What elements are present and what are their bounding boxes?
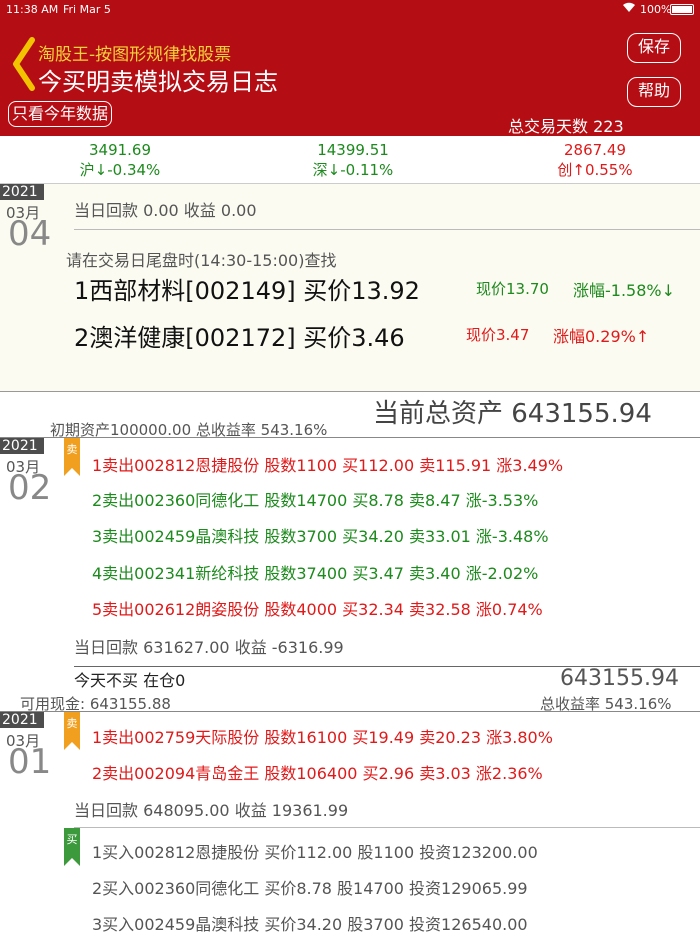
save-button[interactable]: 保存 [627, 33, 681, 63]
total-assets: 当前总资产 643155.94 [373, 399, 652, 429]
search-hint: 请在交易日尾盘时(14:30-15:00)查找 [66, 251, 337, 270]
trade-row[interactable]: 1卖出002759天际股份 股数16100 买19.49 卖20.23 涨3.8… [92, 724, 553, 748]
date-year: 2021 [0, 438, 44, 454]
sell-ribbon-icon: 卖 [64, 438, 80, 476]
daily-summary: 当日回款 631627.00 收益 -6316.99 [74, 638, 344, 657]
page-title: 今买明卖模拟交易日志 [38, 68, 278, 96]
buy-ribbon-icon: 买 [64, 828, 80, 866]
shanghai-index: 3491.69 沪↓-0.34% [50, 140, 190, 180]
shanghai-index-change: 沪↓-0.34% [79, 161, 161, 179]
daily-summary: 当日回款 648095.00 收益 19361.99 [74, 801, 349, 820]
divider [74, 827, 700, 828]
back-chevron-icon[interactable] [8, 36, 38, 92]
buy-row[interactable]: 3买入002459晶澳科技 买价34.20 股3700 投资126540.00 [92, 911, 528, 935]
status-time: 11:38 AM [6, 3, 59, 16]
shenzhen-index-value: 14399.51 [317, 141, 389, 159]
sell-badge-label: 卖 [67, 443, 78, 456]
daily-summary: 当日回款 0.00 收益 0.00 [74, 201, 257, 220]
shanghai-index-value: 3491.69 [88, 141, 152, 159]
chinext-index-change: 创↑0.55% [557, 161, 633, 179]
chinext-index-value: 2867.49 [563, 141, 627, 159]
pick-change: 涨幅0.29%↑ [553, 327, 650, 346]
date-day: 04 [8, 214, 52, 254]
shenzhen-index-change: 深↓-0.11% [312, 161, 394, 179]
buy-badge-label: 买 [67, 833, 78, 846]
pick-current-price: 现价13.70 [476, 280, 549, 298]
battery-percent: 100% [640, 3, 672, 16]
pick-item[interactable]: 2澳洋健康[002172] 买价3.46 [74, 318, 405, 353]
buy-row[interactable]: 2买入002360同德化工 买价8.78 股14700 投资129065.99 [92, 875, 528, 899]
today-section: 2021 03月 04 当日回款 0.00 收益 0.00 请在交易日尾盘时(1… [0, 184, 700, 392]
trade-row[interactable]: 2卖出002094青岛金王 股数106400 买2.96 卖3.03 涨2.36… [92, 760, 543, 784]
day-section-0302: 2021 03月 02 卖 1卖出002812恩捷股份 股数1100 买112.… [0, 438, 700, 666]
date-day: 02 [8, 468, 52, 508]
day-section-0301: 2021 03月 01 卖 1卖出002759天际股份 股数16100 买19.… [0, 712, 700, 934]
header-bar: 11:38 AM Fri Mar 5 100% 淘股王-按图形规律找股票 今买明… [0, 0, 700, 136]
battery-icon [670, 4, 694, 15]
date-year: 2021 [0, 184, 44, 200]
wifi-icon [622, 2, 636, 16]
no-buy-note: 今天不买 在仓0 [74, 671, 186, 690]
trade-row[interactable]: 4卖出002341新纶科技 股数37400 买3.47 卖3.40 涨-2.02… [92, 560, 538, 584]
status-date: Fri Mar 5 [63, 3, 111, 16]
pick-item[interactable]: 1西部材料[002149] 买价13.92 [74, 271, 420, 306]
date-year: 2021 [0, 712, 44, 728]
pick-current-price: 现价3.47 [466, 326, 530, 344]
this-year-filter-button[interactable]: 只看今年数据 [8, 101, 113, 127]
market-index-row: 3491.69 沪↓-0.34% 14399.51 深↓-0.11% 2867.… [0, 136, 700, 184]
day-total-assets: 643155.94 [560, 666, 679, 691]
trade-row[interactable]: 3卖出002459晶澳科技 股数3700 买34.20 卖33.01 涨-3.4… [92, 523, 549, 547]
date-day: 01 [8, 742, 52, 782]
shenzhen-index: 14399.51 深↓-0.11% [283, 140, 423, 180]
help-button[interactable]: 帮助 [627, 77, 681, 107]
pick-change: 涨幅-1.58%↓ [573, 281, 676, 300]
divider [74, 229, 700, 230]
status-bar: 11:38 AM Fri Mar 5 100% [0, 0, 700, 18]
sell-badge-label: 卖 [67, 717, 78, 730]
chinext-index: 2867.49 创↑0.55% [525, 140, 665, 180]
trade-row[interactable]: 1卖出002812恩捷股份 股数1100 买112.00 卖115.91 涨3.… [92, 452, 563, 476]
total-trade-days: 总交易天数 223 [508, 117, 624, 136]
trade-row[interactable]: 2卖出002360同德化工 股数14700 买8.78 卖8.47 涨-3.53… [92, 487, 538, 511]
trade-row[interactable]: 5卖出002612朗姿股份 股数4000 买32.34 卖32.58 涨0.74… [92, 596, 543, 620]
sell-ribbon-icon: 卖 [64, 712, 80, 750]
buy-row[interactable]: 1买入002812恩捷股份 买价112.00 股1100 投资123200.00 [92, 839, 538, 863]
